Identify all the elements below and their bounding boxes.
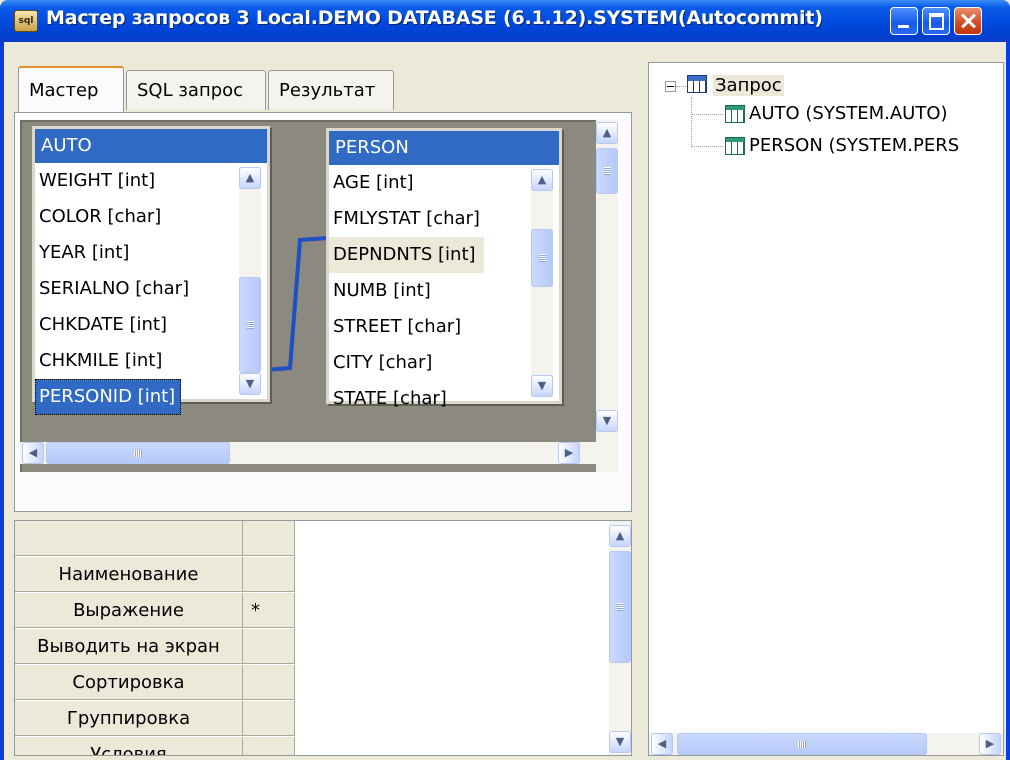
query-criteria-grid[interactable]: Наименование Выражение * Выводить на экр…	[14, 520, 632, 756]
scrollbar-thumb[interactable]	[46, 442, 230, 464]
grid-row-header[interactable]: Группировка	[15, 701, 243, 736]
field-item[interactable]: NUMB [int]	[329, 273, 559, 309]
grid-cell[interactable]	[243, 665, 295, 700]
vertical-splitter[interactable]	[640, 42, 646, 760]
window-title: Мастер запросов 3 Local.DEMO DATABASE (6…	[46, 7, 823, 29]
query-icon	[687, 75, 707, 93]
tree-root-label[interactable]: Запрос	[713, 75, 784, 96]
tree-node-person[interactable]: PERSON (SYSTEM.PERS	[749, 133, 959, 159]
field-item[interactable]: STATE [char]	[329, 381, 559, 417]
field-item-highlighted[interactable]: DEPNDNTS [int]	[329, 237, 484, 273]
title-bar[interactable]: sql Мастер запросов 3 Local.DEMO DATABAS…	[0, 0, 1010, 42]
field-item[interactable]: AGE [int]	[329, 165, 559, 201]
tab-strip: Мастер SQL запрос Результат	[4, 42, 638, 112]
scroll-right-arrow-icon[interactable]: ▶	[558, 442, 580, 464]
table-auto-scrollbar[interactable]: ▲ ▼	[239, 167, 261, 395]
field-item[interactable]: CHKMILE [int]	[35, 343, 267, 379]
grid-cell[interactable]	[243, 701, 295, 736]
table-icon	[725, 105, 745, 123]
field-item[interactable]: WEIGHT [int]	[35, 163, 267, 199]
grid-row: Условия	[15, 737, 297, 755]
scrollbar-thumb[interactable]	[531, 229, 553, 287]
tree-node-auto[interactable]: AUTO (SYSTEM.AUTO)	[749, 101, 948, 127]
scrollbar-thumb[interactable]	[677, 733, 927, 755]
field-item[interactable]: SERIALNO [char]	[35, 271, 267, 307]
sql-app-icon[interactable]: sql	[14, 10, 38, 32]
field-item[interactable]: FMLYSTAT [char]	[329, 201, 559, 237]
table-box-person[interactable]: PERSON AGE [int] FMLYSTAT [char] DEPNDNT…	[326, 128, 562, 409]
scroll-up-arrow-icon[interactable]: ▲	[239, 167, 261, 189]
grid-row-header[interactable]: Выводить на экран	[15, 629, 243, 664]
scroll-left-arrow-icon[interactable]: ◀	[22, 442, 44, 464]
scroll-down-arrow-icon[interactable]: ▼	[609, 731, 631, 753]
scrollbar-thumb[interactable]	[239, 277, 261, 373]
grid-cell[interactable]	[243, 737, 295, 755]
grid-row: Сортировка	[15, 665, 297, 701]
field-item-selected[interactable]: PERSONID [int]	[35, 379, 182, 415]
scroll-up-arrow-icon[interactable]: ▲	[531, 169, 553, 191]
grid-cell[interactable]	[243, 629, 295, 664]
query-structure-tree[interactable]: Запрос AUTO (SYSTEM.AUTO) PERSON (SYSTEM…	[648, 62, 1004, 756]
scrollbar-thumb[interactable]	[609, 551, 631, 663]
grid-row-header[interactable]: Сортировка	[15, 665, 243, 700]
tree-connector	[676, 86, 686, 87]
tab-sql-query[interactable]: SQL запрос	[126, 70, 266, 110]
scroll-up-arrow-icon[interactable]: ▲	[609, 525, 631, 547]
scroll-right-arrow-icon[interactable]: ▶	[979, 733, 1001, 755]
grid-cell[interactable]	[243, 521, 295, 556]
field-item[interactable]: STREET [char]	[329, 309, 559, 345]
grid-row: Наименование	[15, 557, 297, 593]
scroll-down-arrow-icon[interactable]: ▼	[531, 375, 553, 397]
tree-connector	[691, 97, 692, 147]
table-header-person[interactable]: PERSON	[329, 131, 559, 165]
grid-cell[interactable]	[243, 557, 295, 592]
table-box-auto[interactable]: AUTO WEIGHT [int] COLOR [char] YEAR [int…	[32, 126, 270, 415]
grid-row: Группировка	[15, 701, 297, 737]
field-item[interactable]: CHKDATE [int]	[35, 307, 267, 343]
scrollbar-thumb[interactable]	[596, 148, 618, 194]
table-person-scrollbar[interactable]: ▲ ▼	[531, 169, 553, 397]
tree-connector	[691, 146, 723, 147]
window-client-area: Мастер SQL запрос Результат AUTO WEIGHT …	[4, 42, 1006, 760]
close-button[interactable]	[954, 7, 982, 35]
tree-horizontal-scrollbar[interactable]: ◀ ▶	[649, 733, 1003, 755]
grid-vertical-scrollbar[interactable]: ▲ ▼	[609, 521, 631, 755]
grid-row	[15, 521, 297, 557]
grid-row-header[interactable]: Условия	[15, 737, 243, 755]
tab-result[interactable]: Результат	[268, 70, 394, 110]
tree-root-node[interactable]: Запрос	[713, 73, 784, 99]
field-item[interactable]: CITY [char]	[329, 345, 559, 381]
grid-row: Выражение *	[15, 593, 297, 629]
tree-connector	[691, 114, 723, 115]
scroll-left-arrow-icon[interactable]: ◀	[651, 733, 673, 755]
grid-cell[interactable]: *	[243, 593, 295, 628]
designer-horizontal-scrollbar[interactable]: ◀ ▶	[20, 442, 596, 464]
scroll-down-arrow-icon[interactable]: ▼	[239, 373, 261, 395]
field-item[interactable]: YEAR [int]	[35, 235, 267, 271]
grid-row-header[interactable]: Выражение	[15, 593, 243, 628]
field-item[interactable]: COLOR [char]	[35, 199, 267, 235]
scroll-down-arrow-icon[interactable]: ▼	[596, 410, 618, 432]
minimize-button[interactable]	[890, 7, 918, 35]
table-icon	[725, 137, 745, 155]
table-header-auto[interactable]: AUTO	[35, 129, 267, 163]
maximize-button[interactable]	[922, 7, 950, 35]
query-designer-pane: Мастер SQL запрос Результат AUTO WEIGHT …	[4, 42, 638, 760]
tab-wizard[interactable]: Мастер	[18, 66, 124, 112]
tree-collapse-icon[interactable]	[665, 81, 676, 92]
grid-row-header[interactable]: Наименование	[15, 557, 243, 592]
designer-vertical-scrollbar[interactable]: ▲ ▼	[596, 120, 618, 472]
table-diagram-area[interactable]: AUTO WEIGHT [int] COLOR [char] YEAR [int…	[20, 120, 596, 472]
main-window: sql Мастер запросов 3 Local.DEMO DATABAS…	[0, 0, 1010, 760]
grid-row-header[interactable]	[15, 521, 243, 556]
grid-row: Выводить на экран	[15, 629, 297, 665]
scroll-up-arrow-icon[interactable]: ▲	[596, 122, 618, 144]
